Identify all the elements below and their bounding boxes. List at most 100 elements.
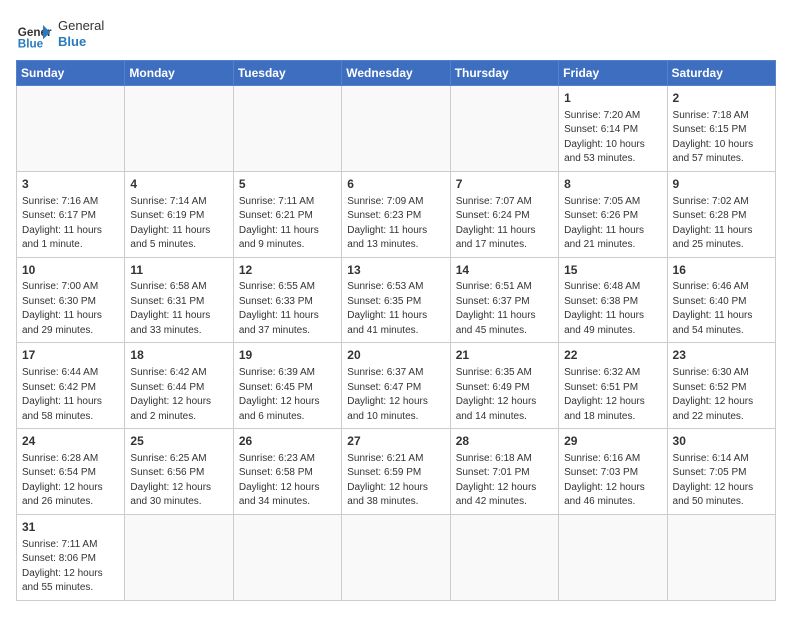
day-number: 11 bbox=[130, 262, 227, 279]
day-info: Sunrise: 6:39 AM Sunset: 6:45 PM Dayligh… bbox=[239, 366, 336, 424]
calendar-cell: 22 Sunrise: 6:32 AM Sunset: 6:51 PM Dayli… bbox=[559, 343, 667, 429]
day-info: Sunrise: 7:14 AM Sunset: 6:19 PM Dayligh… bbox=[130, 195, 227, 253]
day-info: Sunrise: 6:16 AM Sunset: 7:03 PM Dayligh… bbox=[564, 452, 661, 510]
day-number: 31 bbox=[22, 519, 119, 536]
calendar-cell: 18Sunrise: 6:42 AM Sunset: 6:44 PM Dayli… bbox=[125, 343, 233, 429]
day-number: 1 bbox=[564, 90, 661, 107]
day-number: 3 bbox=[22, 176, 119, 193]
day-info: Sunrise: 7:11 AM Sunset: 8:06 PM Dayligh… bbox=[22, 538, 119, 596]
calendar-cell: 28 Sunrise: 6:18 AM Sunset: 7:01 PM Dayli… bbox=[450, 429, 558, 515]
calendar-cell: 4 Sunrise: 7:14 AM Sunset: 6:19 PM Daylig… bbox=[125, 171, 233, 257]
day-info: Sunrise: 6:23 AM Sunset: 6:58 PM Dayligh… bbox=[239, 452, 336, 510]
day-info: Sunrise: 7:00 AM Sunset: 6:30 PM Dayligh… bbox=[22, 280, 119, 338]
day-info: Sunrise: 6:28 AM Sunset: 6:54 PM Dayligh… bbox=[22, 452, 119, 510]
week-row-3: 10Sunrise: 7:00 AM Sunset: 6:30 PM Dayli… bbox=[17, 257, 776, 343]
day-info: Sunrise: 7:18 AM Sunset: 6:15 PM Dayligh… bbox=[673, 109, 770, 167]
calendar-cell: 13Sunrise: 6:53 AM Sunset: 6:35 PM Dayli… bbox=[342, 257, 450, 343]
day-number: 9 bbox=[673, 176, 770, 193]
calendar-cell: 10Sunrise: 7:00 AM Sunset: 6:30 PM Dayli… bbox=[17, 257, 125, 343]
day-info: Sunrise: 7:07 AM Sunset: 6:24 PM Dayligh… bbox=[456, 195, 553, 253]
day-number: 2 bbox=[673, 90, 770, 107]
calendar-cell: 25 Sunrise: 6:25 AM Sunset: 6:56 PM Dayli… bbox=[125, 429, 233, 515]
calendar-cell: 21 Sunrise: 6:35 AM Sunset: 6:49 PM Dayli… bbox=[450, 343, 558, 429]
day-info: Sunrise: 6:55 AM Sunset: 6:33 PM Dayligh… bbox=[239, 280, 336, 338]
day-info: Sunrise: 6:18 AM Sunset: 7:01 PM Dayligh… bbox=[456, 452, 553, 510]
week-row-1: 1 Sunrise: 7:20 AM Sunset: 6:14 PM Daylig… bbox=[17, 86, 776, 172]
day-info: Sunrise: 6:25 AM Sunset: 6:56 PM Dayligh… bbox=[130, 452, 227, 510]
day-info: Sunrise: 6:48 AM Sunset: 6:38 PM Dayligh… bbox=[564, 280, 661, 338]
day-info: Sunrise: 6:21 AM Sunset: 6:59 PM Dayligh… bbox=[347, 452, 444, 510]
col-header-thursday: Thursday bbox=[450, 61, 558, 86]
day-info: Sunrise: 7:11 AM Sunset: 6:21 PM Dayligh… bbox=[239, 195, 336, 253]
calendar-cell: 6 Sunrise: 7:09 AM Sunset: 6:23 PM Daylig… bbox=[342, 171, 450, 257]
calendar-cell: 3Sunrise: 7:16 AM Sunset: 6:17 PM Daylig… bbox=[17, 171, 125, 257]
logo-blue: Blue bbox=[58, 34, 86, 49]
day-number: 25 bbox=[130, 433, 227, 450]
calendar-cell bbox=[125, 514, 233, 600]
week-row-2: 3Sunrise: 7:16 AM Sunset: 6:17 PM Daylig… bbox=[17, 171, 776, 257]
day-info: Sunrise: 6:46 AM Sunset: 6:40 PM Dayligh… bbox=[673, 280, 770, 338]
calendar-cell: 12Sunrise: 6:55 AM Sunset: 6:33 PM Dayli… bbox=[233, 257, 341, 343]
day-number: 20 bbox=[347, 347, 444, 364]
day-info: Sunrise: 6:32 AM Sunset: 6:51 PM Dayligh… bbox=[564, 366, 661, 424]
calendar-cell: 5 Sunrise: 7:11 AM Sunset: 6:21 PM Daylig… bbox=[233, 171, 341, 257]
day-number: 14 bbox=[456, 262, 553, 279]
day-number: 26 bbox=[239, 433, 336, 450]
calendar-cell: 16Sunrise: 6:46 AM Sunset: 6:40 PM Dayli… bbox=[667, 257, 775, 343]
calendar-cell: 19Sunrise: 6:39 AM Sunset: 6:45 PM Dayli… bbox=[233, 343, 341, 429]
day-number: 7 bbox=[456, 176, 553, 193]
calendar-cell bbox=[450, 86, 558, 172]
calendar-cell: 30 Sunrise: 6:14 AM Sunset: 7:05 PM Dayli… bbox=[667, 429, 775, 515]
day-info: Sunrise: 7:20 AM Sunset: 6:14 PM Dayligh… bbox=[564, 109, 661, 167]
day-number: 28 bbox=[456, 433, 553, 450]
day-number: 12 bbox=[239, 262, 336, 279]
day-info: Sunrise: 7:02 AM Sunset: 6:28 PM Dayligh… bbox=[673, 195, 770, 253]
day-number: 18 bbox=[130, 347, 227, 364]
calendar-cell: 8 Sunrise: 7:05 AM Sunset: 6:26 PM Daylig… bbox=[559, 171, 667, 257]
calendar-cell: 11Sunrise: 6:58 AM Sunset: 6:31 PM Dayli… bbox=[125, 257, 233, 343]
day-number: 23 bbox=[673, 347, 770, 364]
svg-text:Blue: Blue bbox=[18, 38, 44, 51]
calendar-table: SundayMondayTuesdayWednesdayThursdayFrid… bbox=[16, 60, 776, 601]
calendar-cell bbox=[342, 86, 450, 172]
col-header-wednesday: Wednesday bbox=[342, 61, 450, 86]
calendar-cell: 7 Sunrise: 7:07 AM Sunset: 6:24 PM Daylig… bbox=[450, 171, 558, 257]
logo-general: General bbox=[58, 18, 104, 33]
col-header-monday: Monday bbox=[125, 61, 233, 86]
calendar-cell bbox=[559, 514, 667, 600]
col-header-friday: Friday bbox=[559, 61, 667, 86]
day-number: 6 bbox=[347, 176, 444, 193]
logo: General Blue General Blue bbox=[16, 16, 104, 52]
calendar-cell: 15Sunrise: 6:48 AM Sunset: 6:38 PM Dayli… bbox=[559, 257, 667, 343]
calendar-cell: 29 Sunrise: 6:16 AM Sunset: 7:03 PM Dayli… bbox=[559, 429, 667, 515]
day-info: Sunrise: 6:58 AM Sunset: 6:31 PM Dayligh… bbox=[130, 280, 227, 338]
day-number: 21 bbox=[456, 347, 553, 364]
col-header-saturday: Saturday bbox=[667, 61, 775, 86]
calendar-cell: 9 Sunrise: 7:02 AM Sunset: 6:28 PM Daylig… bbox=[667, 171, 775, 257]
day-number: 4 bbox=[130, 176, 227, 193]
day-number: 30 bbox=[673, 433, 770, 450]
calendar-cell: 14Sunrise: 6:51 AM Sunset: 6:37 PM Dayli… bbox=[450, 257, 558, 343]
day-info: Sunrise: 6:14 AM Sunset: 7:05 PM Dayligh… bbox=[673, 452, 770, 510]
calendar-cell: 23Sunrise: 6:30 AM Sunset: 6:52 PM Dayli… bbox=[667, 343, 775, 429]
day-info: Sunrise: 7:09 AM Sunset: 6:23 PM Dayligh… bbox=[347, 195, 444, 253]
day-number: 5 bbox=[239, 176, 336, 193]
day-number: 16 bbox=[673, 262, 770, 279]
header: General Blue General Blue bbox=[16, 16, 776, 52]
day-number: 13 bbox=[347, 262, 444, 279]
calendar-cell bbox=[17, 86, 125, 172]
day-number: 22 bbox=[564, 347, 661, 364]
day-number: 8 bbox=[564, 176, 661, 193]
calendar-cell: 31 Sunrise: 7:11 AM Sunset: 8:06 PM Dayli… bbox=[17, 514, 125, 600]
calendar-cell: 26 Sunrise: 6:23 AM Sunset: 6:58 PM Dayli… bbox=[233, 429, 341, 515]
day-number: 10 bbox=[22, 262, 119, 279]
calendar-cell: 24Sunrise: 6:28 AM Sunset: 6:54 PM Dayli… bbox=[17, 429, 125, 515]
day-info: Sunrise: 6:35 AM Sunset: 6:49 PM Dayligh… bbox=[456, 366, 553, 424]
calendar-header-row: SundayMondayTuesdayWednesdayThursdayFrid… bbox=[17, 61, 776, 86]
calendar-cell: 2 Sunrise: 7:18 AM Sunset: 6:15 PM Daylig… bbox=[667, 86, 775, 172]
day-info: Sunrise: 6:37 AM Sunset: 6:47 PM Dayligh… bbox=[347, 366, 444, 424]
day-info: Sunrise: 7:05 AM Sunset: 6:26 PM Dayligh… bbox=[564, 195, 661, 253]
week-row-6: 31 Sunrise: 7:11 AM Sunset: 8:06 PM Dayli… bbox=[17, 514, 776, 600]
col-header-sunday: Sunday bbox=[17, 61, 125, 86]
day-number: 29 bbox=[564, 433, 661, 450]
